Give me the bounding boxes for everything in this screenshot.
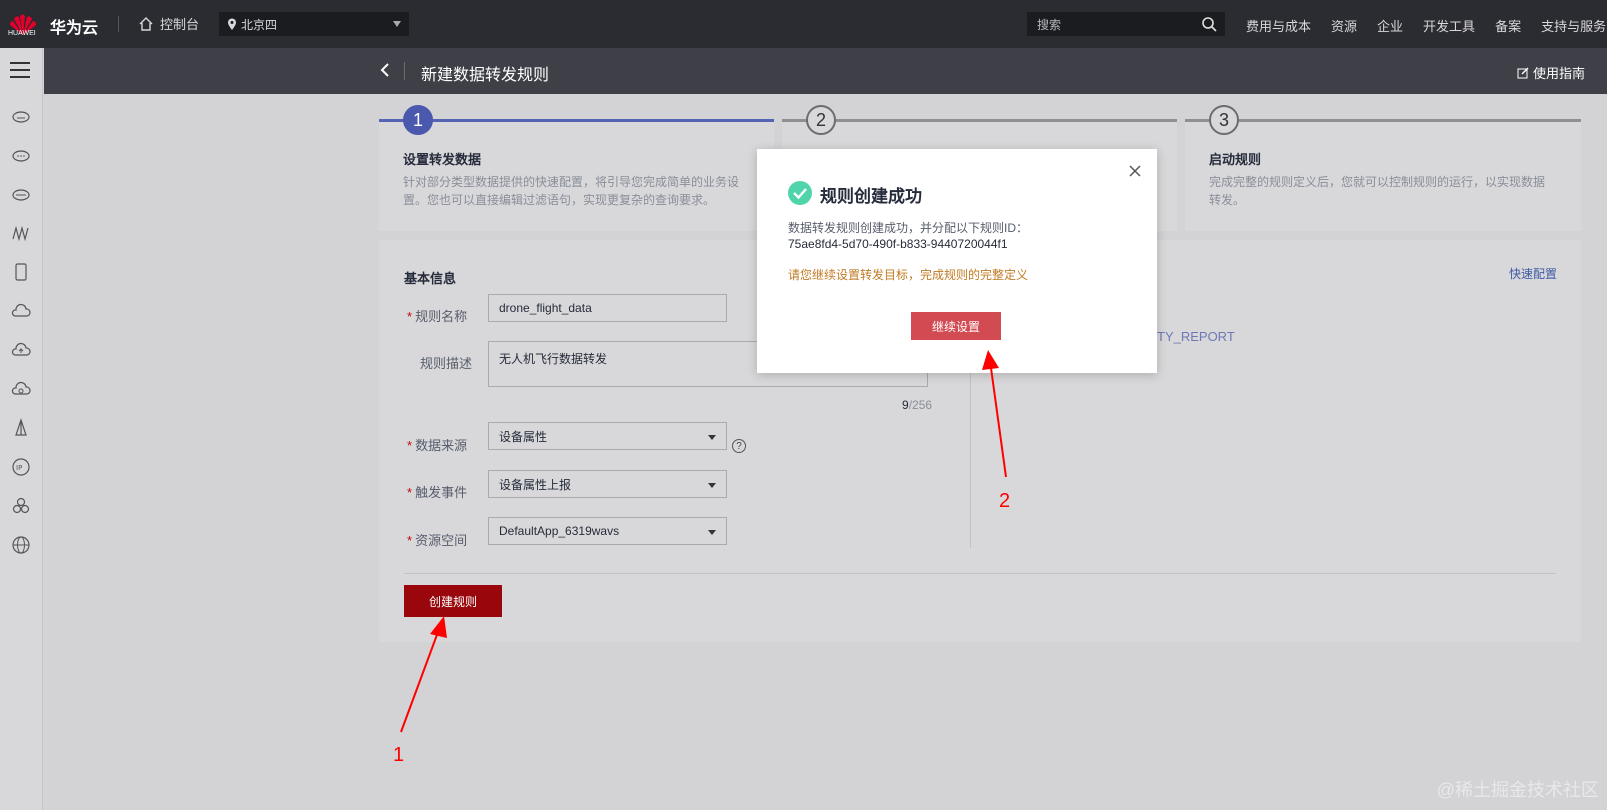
step-title: 设置转发数据 (403, 152, 482, 167)
resource-space-select[interactable]: DefaultApp_6319wavs (488, 517, 727, 545)
step-progress-line (782, 119, 1177, 122)
dialog-description: 数据转发规则创建成功，并分配以下规则ID： (788, 221, 1029, 235)
brand-name[interactable]: 华为云 (50, 14, 98, 38)
nav-enterprise[interactable]: 企业 (1377, 16, 1403, 35)
chevron-down-icon (708, 483, 716, 488)
success-dialog: 规则创建成功 数据转发规则创建成功，并分配以下规则ID： 75ae8fd4-5d… (757, 149, 1157, 373)
region-value: 北京四 (241, 17, 278, 32)
step-description: 完成完整的规则定义后，您就可以控制规则的运行，以实现数据转发。 (1209, 175, 1546, 207)
cloud-outline-icon[interactable] (11, 301, 31, 321)
left-sidebar: IP (0, 48, 43, 810)
svg-text:IP: IP (16, 464, 22, 472)
nav-devtools[interactable]: 开发工具 (1423, 16, 1475, 35)
quick-config-link[interactable]: 快速配置 (1509, 265, 1557, 282)
cloud-server-icon[interactable] (11, 106, 31, 126)
nav-support[interactable]: 支持与服务 (1541, 16, 1606, 35)
cluster-icon[interactable] (11, 496, 31, 516)
chevron-down-icon (708, 435, 716, 440)
usage-guide-label: 使用指南 (1532, 66, 1585, 81)
ip-icon[interactable]: IP (11, 457, 31, 477)
database-icon[interactable] (11, 184, 31, 204)
step-number: 2 (806, 105, 836, 135)
step-number: 1 (403, 105, 433, 135)
edit-icon (1517, 67, 1529, 78)
data-source-select[interactable]: 设备属性 (488, 422, 727, 450)
resource-space-label: * 资源空间 (407, 533, 468, 548)
step-title: 启动规则 (1209, 152, 1262, 167)
topic-text: TY_REPORT (1157, 329, 1235, 344)
logo-text: HUAWEI (8, 30, 36, 37)
search-input[interactable]: 搜索 (1027, 12, 1225, 36)
rule-name-input[interactable]: drone_flight_data (488, 294, 727, 322)
watermark: @稀土掘金技术社区 (1436, 780, 1599, 800)
rule-id: 75ae8fd4-5d70-490f-b833-9440720044f1 (788, 237, 1008, 251)
horizontal-divider (404, 573, 1556, 574)
dialog-warning: 请您继续设置转发目标，完成规则的完整定义 (788, 268, 1029, 282)
annotation-2: 2 (999, 490, 1011, 512)
continue-setup-button[interactable]: 继续设置 (911, 312, 1001, 340)
step-progress-line (379, 119, 774, 122)
chevron-down-icon (393, 21, 401, 27)
data-source-value: 设备属性 (499, 429, 548, 444)
region-select[interactable]: 北京四 (219, 12, 409, 36)
back-arrow-icon[interactable] (378, 60, 392, 85)
rule-desc-label: 规则描述 (420, 356, 473, 371)
section-title: 基本信息 (404, 271, 457, 286)
trigger-event-value: 设备属性上报 (499, 477, 572, 492)
nav-icp[interactable]: 备案 (1495, 16, 1521, 35)
trigger-event-select[interactable]: 设备属性上报 (488, 470, 727, 498)
close-icon[interactable] (1127, 163, 1143, 179)
console-link[interactable]: 控制台 (138, 14, 199, 33)
rule-name-label: * 规则名称 (407, 309, 468, 324)
top-nav-links: 费用与成本 资源 企业 开发工具 备案 支持与服务 (1246, 16, 1606, 35)
nav-cost[interactable]: 费用与成本 (1246, 16, 1311, 35)
step-3: 3 启动规则 完成完整的规则定义后，您就可以控制规则的运行，以实现数据转发。 (1185, 105, 1581, 231)
cloud-icon[interactable] (11, 145, 31, 165)
globe-icon[interactable] (11, 535, 31, 555)
chevron-down-icon (708, 530, 716, 535)
cloud-sync-icon[interactable] (11, 379, 31, 399)
menu-icon[interactable] (10, 62, 30, 78)
location-pin-icon (228, 18, 236, 30)
nav-resources[interactable]: 资源 (1331, 16, 1357, 35)
top-navbar: HUAWEI 华为云 控制台 北京四 搜索 费用与成本 资源 企业 开发工具 备… (0, 0, 1607, 48)
search-icon[interactable] (1201, 16, 1217, 32)
cloud-upload-icon[interactable] (11, 340, 31, 360)
network-icon[interactable] (11, 223, 31, 243)
step-progress-line (1185, 119, 1581, 122)
search-placeholder: 搜索 (1037, 17, 1062, 32)
help-icon[interactable]: ? (732, 439, 746, 453)
divider (118, 16, 119, 32)
page-title: 新建数据转发规则 (421, 67, 550, 84)
home-icon (139, 16, 153, 31)
tower-icon[interactable] (11, 418, 31, 438)
data-source-label: * 数据来源 (407, 438, 468, 453)
page-header: 新建数据转发规则 使用指南 (44, 48, 1607, 94)
trigger-event-label: * 触发事件 (407, 485, 468, 500)
divider (404, 62, 405, 80)
check-circle-icon (788, 181, 812, 205)
step-1: 1 设置转发数据 针对部分类型数据提供的快速配置，将引导您完成简单的业务设置。您… (379, 105, 774, 231)
step-number: 3 (1209, 105, 1239, 135)
device-icon[interactable] (11, 262, 31, 282)
console-label: 控制台 (160, 17, 200, 32)
create-rule-button[interactable]: 创建规则 (404, 585, 502, 617)
step-description: 针对部分类型数据提供的快速配置，将引导您完成简单的业务设置。您也可以直接编辑过滤… (403, 175, 740, 207)
dialog-title: 规则创建成功 (820, 187, 922, 206)
usage-guide-link[interactable]: 使用指南 (1517, 63, 1585, 82)
annotation-1: 1 (393, 744, 405, 766)
char-counter: 9/256 (902, 398, 933, 412)
resource-space-value: DefaultApp_6319wavs (499, 524, 620, 538)
